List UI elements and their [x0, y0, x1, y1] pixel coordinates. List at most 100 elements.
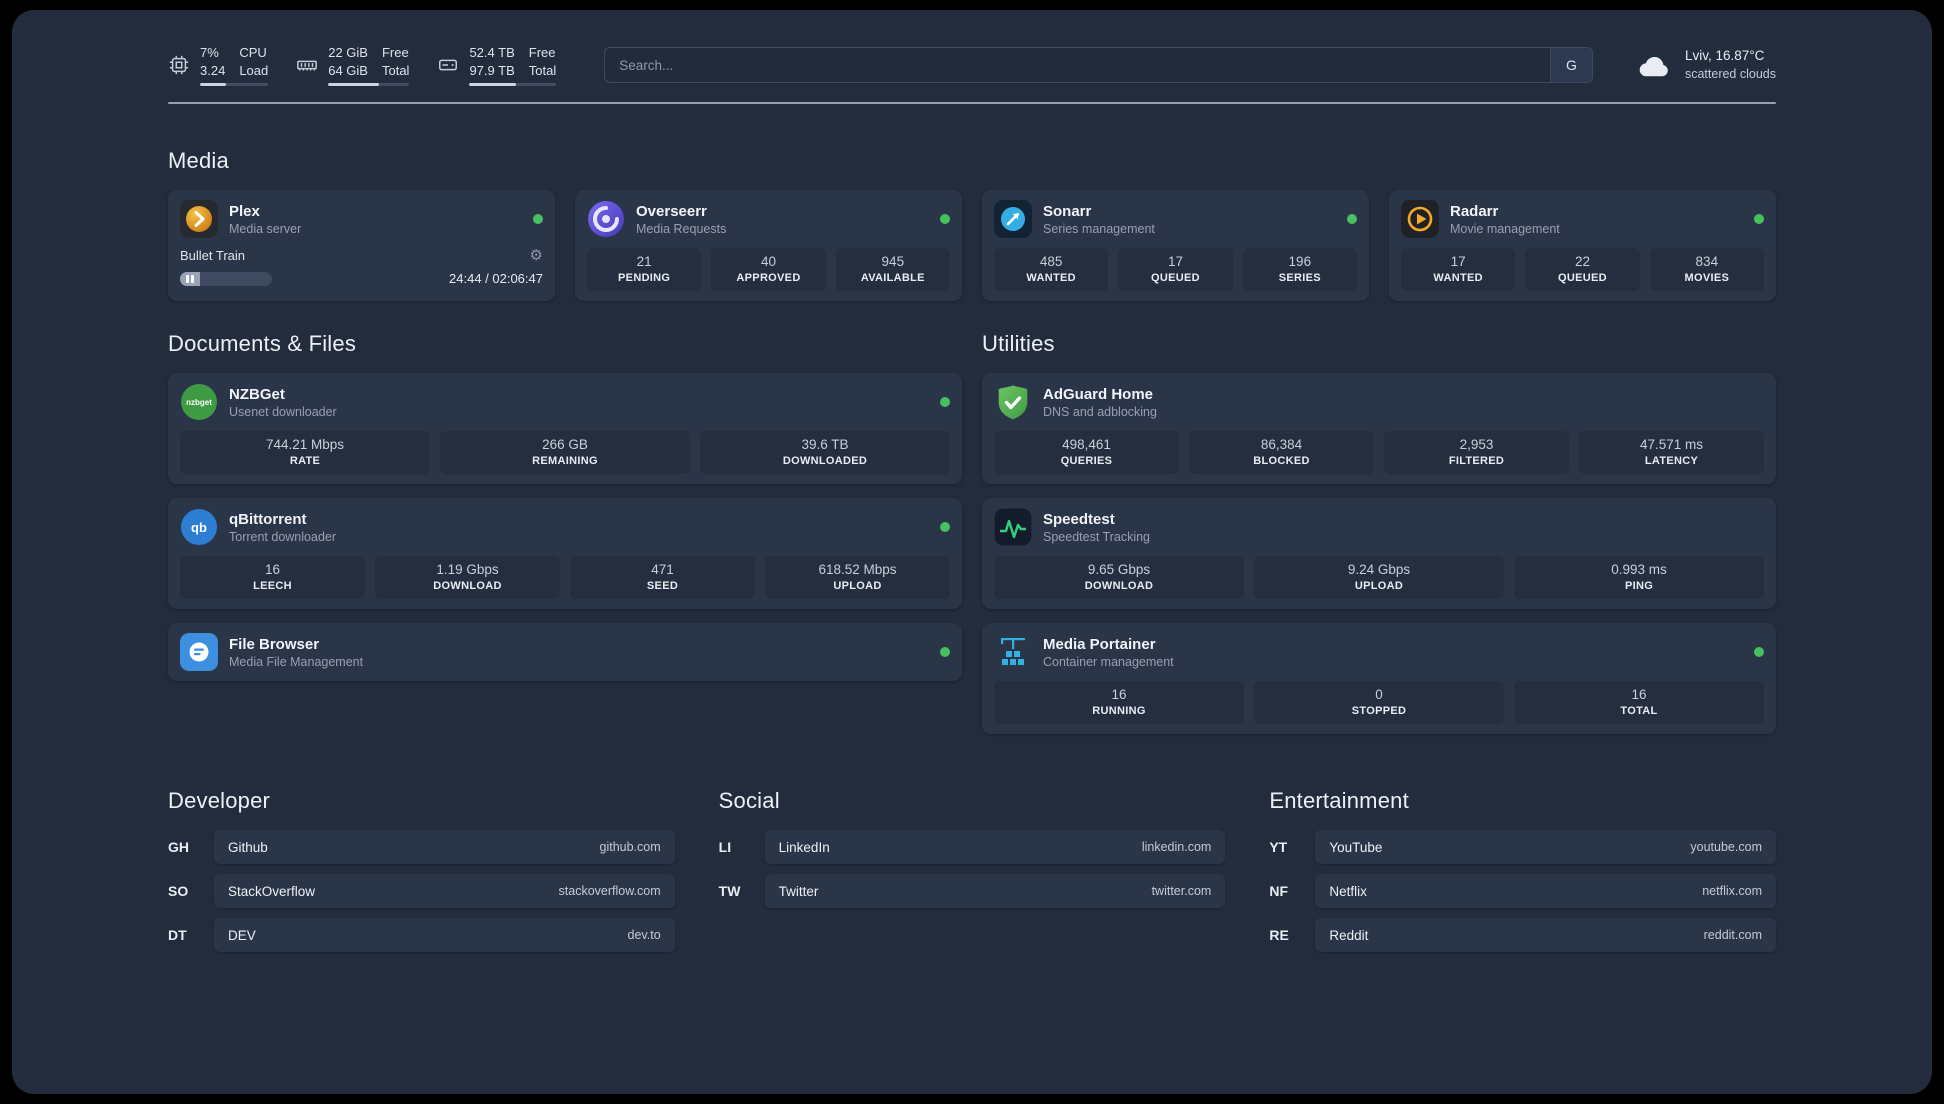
status-online-dot: [940, 522, 950, 533]
playback-time: 24:44 / 02:06:47: [449, 271, 543, 287]
bookmark-abbr: TW: [718, 883, 741, 900]
bookmark-row: LI LinkedIn linkedin.com: [719, 830, 1226, 865]
pause-icon[interactable]: [186, 274, 194, 283]
app-card-portainer[interactable]: Media Portainer Container management 16 …: [982, 623, 1776, 735]
gear-icon[interactable]: ⚙: [530, 248, 543, 263]
disk-stat: 52.4 TB 97.9 TB Free Total: [437, 44, 557, 87]
bookmark-link-stackoverflow[interactable]: StackOverflow stackoverflow.com: [214, 874, 675, 909]
top-bar: 7% 3.24 CPU Load 22 GiB 64 GiB Free Tota…: [168, 44, 1776, 87]
stat-approved: 40 APPROVED: [711, 248, 826, 292]
bookmark-link-youtube[interactable]: YouTube youtube.com: [1315, 830, 1776, 865]
bookmark-link-linkedin[interactable]: LinkedIn linkedin.com: [764, 830, 1226, 865]
cpu-icon: [168, 54, 190, 76]
stat-series: 196 SERIES: [1242, 248, 1357, 292]
app-subtitle: Speedtest Tracking: [1043, 529, 1151, 544]
status-online-dot: [940, 647, 950, 658]
bookmark-link-dev[interactable]: DEV dev.to: [214, 918, 675, 953]
bookmark-row: TW Twitter twitter.com: [718, 874, 1226, 909]
bookmark-row: RE Reddit reddit.com: [1269, 918, 1776, 953]
section-title-utilities: Utilities: [982, 331, 1055, 357]
radarr-icon: [1401, 200, 1439, 239]
plex-icon: [180, 200, 218, 239]
app-card-overseerr[interactable]: Overseerr Media Requests 21 PENDING 40 A…: [575, 190, 962, 302]
bookmark-link-reddit[interactable]: Reddit reddit.com: [1315, 918, 1776, 953]
app-subtitle: Torrent downloader: [229, 529, 337, 544]
section-documents: Documents & Files nzbget NZBGet Usenet d…: [168, 331, 962, 682]
app-card-adguard[interactable]: AdGuard Home DNS and adblocking 498,461 …: [982, 373, 1776, 485]
cpu-label-top: CPU: [239, 45, 267, 60]
app-subtitle: Container management: [1043, 654, 1174, 669]
app-name: Radarr: [1450, 202, 1499, 220]
bookmark-row: YT YouTube youtube.com: [1269, 830, 1776, 865]
search-provider-button[interactable]: G: [1549, 48, 1592, 83]
stat-blocked: 86,384 BLOCKED: [1189, 431, 1374, 475]
bookmark-row: GH Github github.com: [168, 830, 675, 865]
bookmark-abbr: YT: [1269, 839, 1288, 856]
stat-upload: 618.52 Mbps UPLOAD: [765, 556, 950, 600]
bookmark-abbr: NF: [1269, 883, 1288, 900]
status-online-dot: [533, 214, 543, 225]
weather-condition: scattered clouds: [1684, 66, 1776, 81]
app-card-filebrowser[interactable]: File Browser Media File Management: [168, 623, 962, 682]
section-title-documents: Documents & Files: [168, 331, 357, 357]
disk-total-value: 97.9 TB: [469, 62, 515, 78]
app-subtitle: Media File Management: [229, 654, 364, 669]
overseerr-icon: [587, 200, 625, 238]
bookmark-link-twitter[interactable]: Twitter twitter.com: [764, 874, 1226, 909]
app-name: Media Portainer: [1043, 635, 1156, 653]
section-media: Media Plex Media server Bullet Train ⚙ 2…: [168, 148, 1776, 302]
app-card-nzbget[interactable]: nzbget NZBGet Usenet downloader 744.21 M…: [168, 373, 962, 485]
bookmark-abbr: SO: [168, 883, 189, 900]
app-name: AdGuard Home: [1043, 385, 1154, 403]
bookmark-group-social: Social LI LinkedIn linkedin.com TW Twitt…: [719, 788, 1226, 952]
bookmark-link-github[interactable]: Github github.com: [214, 830, 675, 865]
stat-movies: 834 MOVIES: [1649, 248, 1764, 292]
search-input[interactable]: [605, 48, 1550, 83]
stat-ping: 0.993 ms PING: [1514, 556, 1764, 600]
stat-upload: 9.24 Gbps UPLOAD: [1254, 556, 1504, 600]
stat-rate: 744.21 Mbps RATE: [180, 431, 430, 475]
bookmark-group-entertainment: Entertainment YT YouTube youtube.com NF …: [1269, 788, 1776, 953]
bookmark-link-netflix[interactable]: Netflix netflix.com: [1315, 874, 1776, 909]
section-title-social: Social: [718, 788, 780, 814]
disk-progress-bar: [469, 83, 557, 87]
stat-leech: 16 LEECH: [180, 556, 365, 600]
weather-location: Lviv, 16.87°C: [1684, 47, 1765, 63]
app-name: Overseerr: [636, 202, 707, 220]
app-name: Sonarr: [1043, 202, 1092, 220]
app-card-sonarr[interactable]: Sonarr Series management 485 WANTED 17 Q…: [982, 190, 1369, 302]
stat-queued: 22 QUEUED: [1525, 248, 1640, 292]
search-bar[interactable]: G: [604, 47, 1593, 84]
app-card-speedtest[interactable]: Speedtest Speedtest Tracking 9.65 Gbps D…: [982, 498, 1776, 610]
status-online-dot: [1347, 214, 1357, 225]
app-card-radarr[interactable]: Radarr Movie management 17 WANTED 22 QUE…: [1389, 190, 1776, 302]
stat-seed: 471 SEED: [570, 556, 755, 600]
stat-available: 945 AVAILABLE: [835, 248, 950, 292]
status-online-dot: [940, 397, 950, 408]
app-card-plex[interactable]: Plex Media server Bullet Train ⚙ 24:44 /…: [168, 190, 555, 302]
dashboard-page: 7% 3.24 CPU Load 22 GiB 64 GiB Free Tota…: [0, 0, 1944, 1104]
ram-label-bottom: Total: [381, 62, 410, 78]
stat-download: 1.19 Gbps DOWNLOAD: [375, 556, 560, 600]
qbittorrent-icon: qb: [180, 508, 218, 546]
stat-queries: 498,461 QUERIES: [994, 431, 1179, 475]
cpu-progress-bar: [200, 83, 269, 87]
app-name: File Browser: [229, 635, 320, 653]
stat-downloaded: 39.6 TB DOWNLOADED: [700, 431, 950, 475]
stat-total: 16 TOTAL: [1514, 681, 1764, 725]
bookmark-row: NF Netflix netflix.com: [1269, 874, 1776, 909]
bookmark-row: DT DEV dev.to: [168, 918, 675, 953]
stat-stopped: 0 STOPPED: [1254, 681, 1504, 725]
disk-free-value: 52.4 TB: [469, 45, 515, 60]
app-subtitle: DNS and adblocking: [1043, 404, 1157, 419]
ram-free-value: 22 GiB: [328, 45, 368, 60]
ram-icon: [296, 54, 318, 76]
app-name: Speedtest: [1043, 510, 1115, 528]
status-online-dot: [940, 214, 950, 225]
section-title-media: Media: [168, 148, 229, 174]
app-subtitle: Movie management: [1450, 221, 1560, 236]
status-online-dot: [1754, 214, 1764, 225]
app-subtitle: Media Requests: [636, 221, 727, 236]
svg-text:qb: qb: [191, 520, 207, 535]
app-card-qbittorrent[interactable]: qb qBittorrent Torrent downloader 16 LEE…: [168, 498, 962, 610]
